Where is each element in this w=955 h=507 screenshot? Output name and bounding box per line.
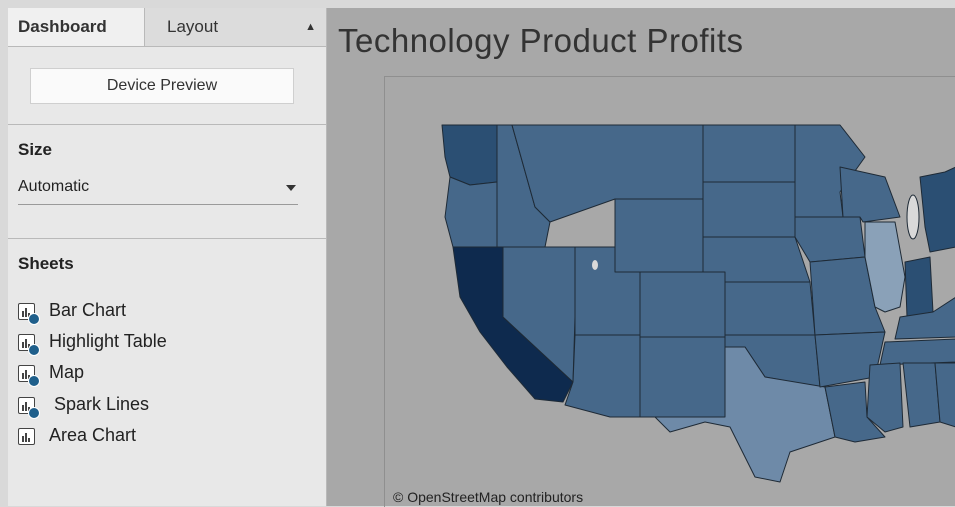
updown-arrows-icon[interactable]: ▲: [305, 8, 316, 46]
sidebar-tabs: Dashboard Layout ▲: [8, 8, 326, 47]
map-view[interactable]: © OpenStreetMap contributors: [384, 76, 955, 507]
state-indiana[interactable]: [904, 256, 934, 318]
state-wyoming[interactable]: [614, 198, 704, 273]
size-dropdown-value: Automatic: [18, 178, 90, 195]
sheet-label: Area Chart: [49, 425, 137, 445]
state-colorado[interactable]: [639, 271, 726, 338]
sheet-label: Spark Lines: [49, 394, 150, 414]
device-preview-button[interactable]: Device Preview: [30, 68, 294, 104]
state-mississippi[interactable]: [866, 362, 904, 433]
caret-down-icon: [286, 185, 296, 191]
tab-layout[interactable]: Layout ▲: [145, 8, 326, 46]
in-use-check-icon: [28, 343, 40, 356]
tab-dashboard[interactable]: Dashboard: [8, 8, 145, 46]
sheet-label: Highlight Table: [49, 331, 167, 351]
state-tennessee[interactable]: [879, 338, 955, 366]
sheet-item-spark-lines[interactable]: Spark Lines: [18, 391, 150, 419]
sheet-label: Map: [49, 362, 85, 382]
dashboard-canvas: Technology Product Profits © OpenStreetM…: [327, 8, 955, 507]
state-iowa[interactable]: [794, 216, 866, 263]
sheet-item-bar-chart[interactable]: Bar Chart: [18, 297, 127, 325]
divider: [8, 124, 326, 125]
us-state-map[interactable]: [385, 77, 955, 507]
tab-layout-label: Layout: [167, 17, 219, 36]
in-use-check-icon: [28, 374, 40, 387]
lake-michigan: [906, 194, 920, 240]
sheet-icon: [18, 364, 40, 387]
great-salt-lake: [592, 260, 598, 270]
state-south-dakota[interactable]: [702, 181, 796, 238]
state-kansas[interactable]: [724, 281, 816, 336]
state-north-dakota[interactable]: [702, 124, 796, 183]
state-new-mexico[interactable]: [639, 336, 726, 418]
dashboard-title: Technology Product Profits: [338, 22, 744, 59]
sheet-icon: [18, 396, 40, 419]
sheet-icon: [18, 333, 40, 356]
state-arizona[interactable]: [564, 334, 641, 418]
sheet-icon: [18, 427, 35, 445]
sheet-item-map[interactable]: Map: [18, 359, 85, 387]
sheet-item-area-chart[interactable]: Area Chart: [18, 422, 136, 448]
in-use-check-icon: [28, 312, 40, 325]
size-dropdown[interactable]: Automatic: [18, 178, 298, 205]
dashboard-sidebar: Dashboard Layout ▲ Device Preview Size A…: [8, 8, 327, 506]
in-use-check-icon: [28, 406, 40, 419]
state-washington[interactable]: [441, 124, 498, 186]
divider: [8, 238, 326, 239]
size-section-title: Size: [18, 140, 53, 159]
state-alabama[interactable]: [902, 362, 941, 428]
sheets-section-title: Sheets: [18, 254, 74, 273]
map-attribution[interactable]: © OpenStreetMap contributors: [393, 489, 583, 505]
state-michigan[interactable]: [919, 166, 955, 253]
state-wisconsin[interactable]: [839, 166, 901, 223]
sheet-item-highlight-table[interactable]: Highlight Table: [18, 328, 167, 356]
sheet-icon: [18, 302, 40, 325]
sheet-label: Bar Chart: [49, 300, 127, 320]
